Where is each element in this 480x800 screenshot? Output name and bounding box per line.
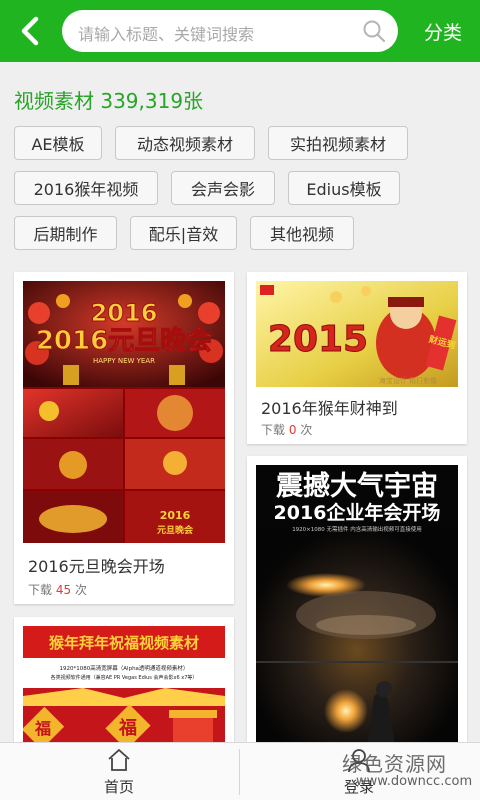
card-download-count: 下载 45 次 xyxy=(28,581,87,598)
cosmic-thumb-line2: 2016企业年会开场 xyxy=(274,501,441,524)
card-monkey-year-fortune[interactable]: 2015 财运到 海宝设计 精打影像 2016年猴年财神到 下载 0 次 xyxy=(247,272,467,444)
card-download-count: 下载 0 次 xyxy=(261,421,312,438)
cosmic-thumb-line1: 震撼大气宇宙 xyxy=(276,470,438,502)
gala-thumb-sub: HAPPY NEW YEAR xyxy=(93,357,155,365)
tag-music-sfx[interactable]: 配乐|音效 xyxy=(130,216,237,250)
watermark-line2: www.downcc.com xyxy=(356,774,473,789)
tag-edius-template[interactable]: Edius模板 xyxy=(288,171,400,205)
search-input[interactable]: 请输入标题、关键词搜索 xyxy=(62,10,398,52)
card-thumbnail: 2015 财运到 海宝设计 精打影像 xyxy=(256,281,458,387)
download-unit: 次 xyxy=(74,583,87,597)
section-title: 视频素材 339,319张 xyxy=(14,89,204,113)
cosmic-thumb-small: 1920×1080 无需插件 内含高清输出视频可直接使用 xyxy=(292,525,422,533)
card-thumbnail: 2016 2016元旦晚会 HAPPY NEW YEAR 2016 元旦晚会 xyxy=(23,281,225,543)
download-unit: 次 xyxy=(300,423,313,437)
download-label: 下载 xyxy=(28,583,53,597)
search-placeholder: 请输入标题、关键词搜索 xyxy=(78,25,255,44)
gala-thumb-text: 2016元旦晚会 xyxy=(36,326,212,356)
fortune-thumbnail-image: 2015 财运到 海宝设计 精打影像 xyxy=(256,281,458,387)
svg-text:福: 福 xyxy=(34,719,51,738)
search-icon[interactable] xyxy=(362,19,386,43)
gala-thumbnail-image: 2016 2016元旦晚会 HAPPY NEW YEAR 2016 元旦晚会 xyxy=(23,281,225,543)
greeting-thumbnail-image: 猴年拜年祝福视频素材 1920*1080高清宽屏幕（Alpha透明通道视频素材）… xyxy=(23,626,225,757)
card-thumbnail: 震撼大气宇宙 2016企业年会开场 1920×1080 无需插件 内含高清输出视… xyxy=(256,465,458,751)
fortune-thumb-year: 2015 xyxy=(268,319,368,360)
card-thumbnail: 猴年拜年祝福视频素材 1920*1080高清宽屏幕（Alpha透明通道视频素材）… xyxy=(23,626,225,757)
site-watermark: 绿色资源网 www.downcc.com xyxy=(316,748,476,796)
card-cosmic-annual-meeting[interactable]: 震撼大气宇宙 2016企业年会开场 1920×1080 无需插件 内含高清输出视… xyxy=(247,456,467,756)
greeting-thumb-small1: 1920*1080高清宽屏幕（Alpha透明通道视频素材） xyxy=(60,664,189,672)
tag-other-video[interactable]: 其他视频 xyxy=(250,216,354,250)
tag-huisheng-huiying[interactable]: 会声会影 xyxy=(171,171,275,205)
back-button[interactable] xyxy=(10,12,50,50)
tag-motion-video[interactable]: 动态视频素材 xyxy=(115,126,255,160)
download-number: 45 xyxy=(55,583,72,597)
download-number: 0 xyxy=(288,423,297,437)
tag-live-video[interactable]: 实拍视频素材 xyxy=(268,126,408,160)
svg-text:2016: 2016 xyxy=(91,299,158,327)
tag-2016-monkey-year[interactable]: 2016猴年视频 xyxy=(14,171,158,205)
svg-text:2016: 2016 xyxy=(160,509,191,522)
card-new-year-gala[interactable]: 2016 2016元旦晚会 HAPPY NEW YEAR 2016 元旦晚会 2… xyxy=(14,272,234,604)
home-icon xyxy=(108,749,130,771)
greeting-thumb-fu: 福 xyxy=(118,717,137,739)
fortune-thumb-caption: 海宝设计 精打影像 xyxy=(379,376,437,385)
back-arrow-icon xyxy=(21,16,39,46)
category-button[interactable]: 分类 xyxy=(424,18,462,45)
card-title: 2016元旦晚会开场 xyxy=(28,557,165,576)
download-label: 下载 xyxy=(261,423,286,437)
top-bar: 请输入标题、关键词搜索 分类 xyxy=(0,0,480,62)
tag-post-production[interactable]: 后期制作 xyxy=(14,216,117,250)
tab-home-label: 首页 xyxy=(103,778,134,796)
svg-text:元旦晚会: 元旦晚会 xyxy=(157,524,194,536)
tag-ae-template[interactable]: AE模板 xyxy=(14,126,102,160)
card-title: 2016年猴年财神到 xyxy=(261,399,398,418)
greeting-thumb-small2: 各类视频软件通用（兼容AE PR Vegas Edius 会声会影x6 x7等） xyxy=(51,674,198,681)
greeting-thumb-line1: 猴年拜年祝福视频素材 xyxy=(49,634,199,652)
cosmic-thumbnail-image: 震撼大气宇宙 2016企业年会开场 1920×1080 无需插件 内含高清输出视… xyxy=(256,465,458,751)
card-monkey-greeting[interactable]: 猴年拜年祝福视频素材 1920*1080高清宽屏幕（Alpha透明通道视频素材）… xyxy=(14,617,234,757)
tab-home[interactable]: 首页 xyxy=(0,743,238,800)
watermark-line1: 绿色资源网 xyxy=(342,752,447,776)
